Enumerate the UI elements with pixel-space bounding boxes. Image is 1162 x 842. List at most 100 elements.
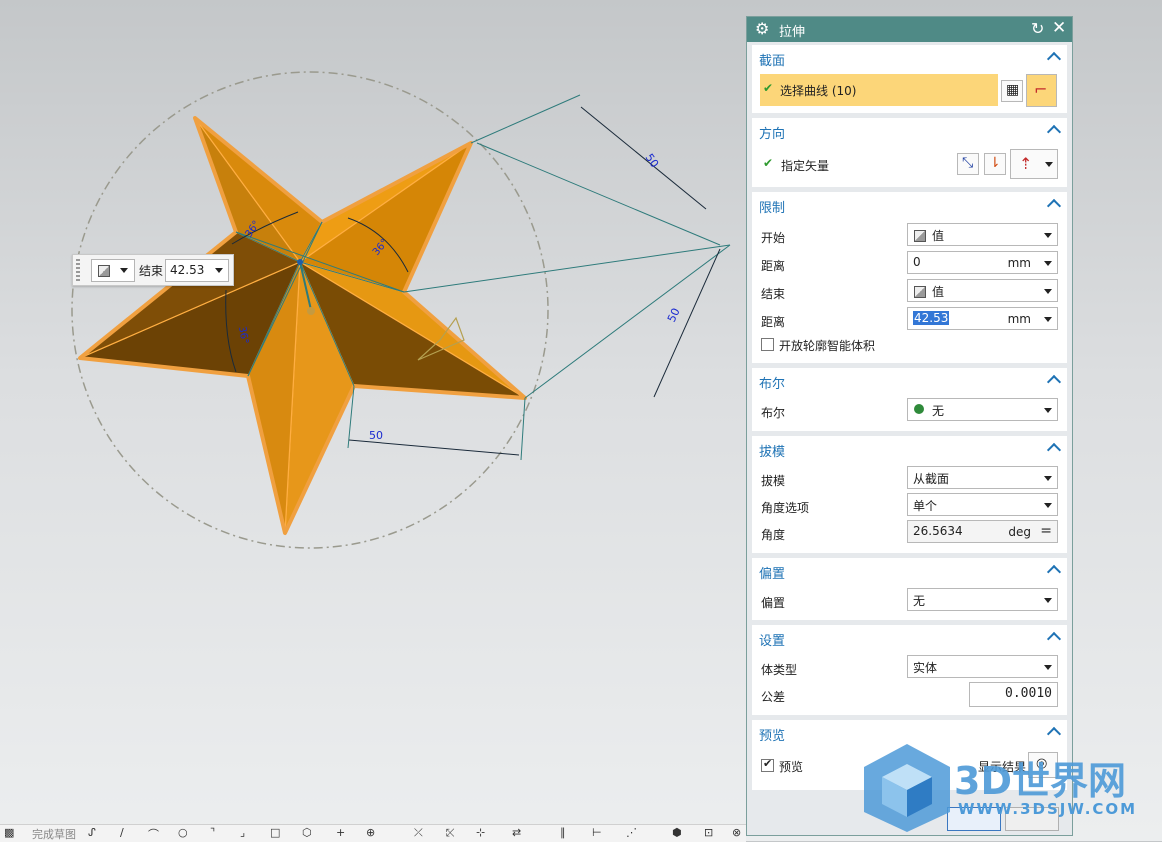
preview-header[interactable]: 预览 bbox=[759, 725, 785, 744]
corner-icon[interactable]: ⊹ bbox=[476, 826, 485, 839]
value-cube-icon bbox=[98, 265, 110, 277]
draft-dropdown[interactable]: 从截面 bbox=[907, 466, 1058, 489]
angle-input[interactable]: 26.5634 deg = bbox=[907, 520, 1058, 543]
constraint-icon[interactable]: ∥ bbox=[560, 826, 566, 839]
end-type-dropdown[interactable] bbox=[91, 259, 135, 282]
angle-option-dropdown[interactable]: 单个 bbox=[907, 493, 1058, 516]
reset-icon[interactable]: ↻ bbox=[1031, 19, 1044, 38]
collapse-icon[interactable] bbox=[1046, 631, 1062, 647]
profile-icon[interactable]: ᔑ bbox=[88, 826, 96, 839]
close-icon[interactable]: ✕ bbox=[1052, 18, 1066, 38]
body-type-label: 体类型 bbox=[761, 663, 798, 677]
tolerance-input[interactable]: 0.0010 bbox=[969, 682, 1058, 707]
finish-sketch-label[interactable]: 完成草图 bbox=[32, 826, 76, 842]
vector-type-dropdown[interactable]: ⇡ bbox=[1010, 149, 1058, 179]
watermark-url: WWW.3DSJW.COM bbox=[958, 800, 1138, 818]
origin-point bbox=[297, 259, 303, 265]
section-header[interactable]: 截面 bbox=[759, 50, 785, 69]
collapse-icon[interactable] bbox=[1046, 442, 1062, 458]
body-type-dropdown[interactable]: 实体 bbox=[907, 655, 1058, 678]
floating-end-value[interactable]: 42.53 bbox=[165, 259, 229, 282]
offset-panel: 偏置 偏置 无 bbox=[752, 558, 1067, 620]
specify-vector-label[interactable]: 指定矢量 bbox=[781, 157, 829, 174]
check-icon: ✔ bbox=[763, 81, 774, 95]
floating-end-label: 结束 bbox=[139, 264, 164, 278]
line-icon[interactable]: ∕ bbox=[120, 826, 124, 839]
tolerance-label: 公差 bbox=[761, 690, 786, 704]
section-panel: 截面 ✔ 选择曲线 (10) ▦ ⌐ bbox=[752, 45, 1067, 113]
boolean-none-icon bbox=[914, 404, 924, 414]
chamfer-icon[interactable]: ⌟ bbox=[240, 826, 245, 839]
rectangle-icon[interactable]: □ bbox=[270, 826, 280, 839]
collapse-icon[interactable] bbox=[1046, 726, 1062, 742]
reverse-direction-icon: ⤡ bbox=[962, 155, 974, 171]
point-icon[interactable]: + bbox=[336, 826, 345, 839]
curve-icon: ⌐ bbox=[1034, 80, 1048, 99]
dim-50-top[interactable]: 50 bbox=[643, 151, 662, 170]
reverse-direction-button[interactable]: ⤡ bbox=[957, 153, 979, 175]
view-icon[interactable]: ⬢ bbox=[672, 826, 682, 839]
mirror-icon[interactable]: ⇄ bbox=[512, 826, 521, 839]
open-profile-checkbox[interactable] bbox=[761, 338, 774, 351]
extend-icon[interactable]: ⤪ bbox=[446, 826, 455, 840]
equals-icon[interactable]: = bbox=[1040, 523, 1052, 539]
sketch-toolbar: ▩ 完成草图 ᔑ ∕ ⌒ ○ ⌝ ⌟ □ ⬡ + ⊕ ⤫ ⤪ ⊹ ⇄ ∥ ⊢ ⋰… bbox=[0, 824, 746, 842]
end-distance-input[interactable]: 42.53 mm bbox=[907, 307, 1058, 330]
extrude-dialog: ⚙ 拉伸 ↻ ✕ 截面 ✔ 选择曲线 (10) ▦ ⌐ 方向 ✔ 指定矢量 ⤡ … bbox=[746, 16, 1073, 836]
circle-icon[interactable]: ○ bbox=[178, 826, 188, 839]
dim-50-right[interactable]: 50 bbox=[665, 306, 683, 324]
fillet-icon[interactable]: ⌝ bbox=[210, 826, 215, 839]
dialog-title-bar[interactable]: ⚙ 拉伸 ↻ ✕ bbox=[747, 17, 1072, 42]
collapse-icon[interactable] bbox=[1046, 564, 1062, 580]
floating-end-input[interactable]: 结束 42.53 bbox=[72, 254, 234, 286]
boolean-dropdown[interactable]: 无 bbox=[907, 398, 1058, 421]
vector-dialog-button[interactable]: ⇂ bbox=[984, 153, 1006, 175]
value-cube-icon bbox=[914, 230, 926, 242]
collapse-icon[interactable] bbox=[1046, 51, 1062, 67]
polygon-icon[interactable]: ⬡ bbox=[302, 826, 312, 839]
watermark-brand: 3D世界网 bbox=[954, 759, 1126, 803]
direction-panel: 方向 ✔ 指定矢量 ⤡ ⇂ ⇡ bbox=[752, 118, 1067, 187]
preview-checkbox[interactable]: ✔ bbox=[761, 757, 774, 772]
cube-logo-icon bbox=[864, 744, 950, 832]
start-distance-label: 距离 bbox=[761, 259, 786, 273]
drag-handle[interactable] bbox=[76, 259, 80, 281]
trim-icon[interactable]: ⤫ bbox=[414, 826, 423, 840]
select-curve-label: 选择曲线 (10) bbox=[780, 84, 857, 98]
watermark: 3D世界网 WWW.3DSJW.COM bbox=[862, 742, 1162, 832]
limits-header[interactable]: 限制 bbox=[759, 197, 785, 216]
draft-panel: 拔模 拔模 从截面 角度选项 单个 角度 26.5634 deg = bbox=[752, 436, 1067, 553]
orient-icon[interactable]: ⊡ bbox=[704, 826, 713, 839]
select-curve-row[interactable]: ✔ 选择曲线 (10) bbox=[760, 74, 998, 106]
gear-icon[interactable]: ⚙ bbox=[755, 19, 769, 38]
boolean-header[interactable]: 布尔 bbox=[759, 373, 785, 392]
boolean-panel: 布尔 布尔 无 bbox=[752, 368, 1067, 431]
dimension-icon[interactable]: ⊢ bbox=[592, 826, 602, 839]
offset-dropdown[interactable]: 无 bbox=[907, 588, 1058, 611]
vector-icon: ⇡ bbox=[1019, 154, 1033, 173]
collapse-icon[interactable] bbox=[1046, 374, 1062, 390]
value-cube-icon bbox=[914, 286, 926, 298]
direction-header[interactable]: 方向 bbox=[759, 123, 785, 142]
curve-select-button[interactable]: ⌐ bbox=[1026, 74, 1057, 107]
dim-50-bottom[interactable]: 50 bbox=[369, 429, 383, 442]
offset-curve-icon[interactable]: ⊕ bbox=[366, 826, 375, 839]
collapse-icon[interactable] bbox=[1046, 124, 1062, 140]
vector-dialog-icon: ⇂ bbox=[989, 155, 1001, 171]
settings-header[interactable]: 设置 bbox=[759, 630, 785, 649]
boolean-label: 布尔 bbox=[761, 406, 786, 420]
end-type-dropdown[interactable]: 值 bbox=[907, 279, 1058, 302]
draft-header[interactable]: 拔模 bbox=[759, 441, 785, 460]
sketch-section-button[interactable]: ▦ bbox=[1001, 80, 1023, 102]
offset-header[interactable]: 偏置 bbox=[759, 563, 785, 582]
limits-panel: 限制 开始 值 距离 0 mm 结束 值 距离 42.53 mm 开放轮廓智能体积 bbox=[752, 192, 1067, 363]
dialog-title: 拉伸 bbox=[779, 25, 806, 40]
arc-icon[interactable]: ⌒ bbox=[148, 826, 159, 842]
relations-icon[interactable]: ⋰ bbox=[626, 826, 637, 839]
finish-sketch-icon[interactable]: ▩ bbox=[4, 826, 14, 839]
snap-icon[interactable]: ⊗ bbox=[732, 826, 741, 839]
collapse-icon[interactable] bbox=[1046, 198, 1062, 214]
start-type-dropdown[interactable]: 值 bbox=[907, 223, 1058, 246]
start-distance-input[interactable]: 0 mm bbox=[907, 251, 1058, 274]
handle-ball[interactable] bbox=[307, 307, 315, 315]
